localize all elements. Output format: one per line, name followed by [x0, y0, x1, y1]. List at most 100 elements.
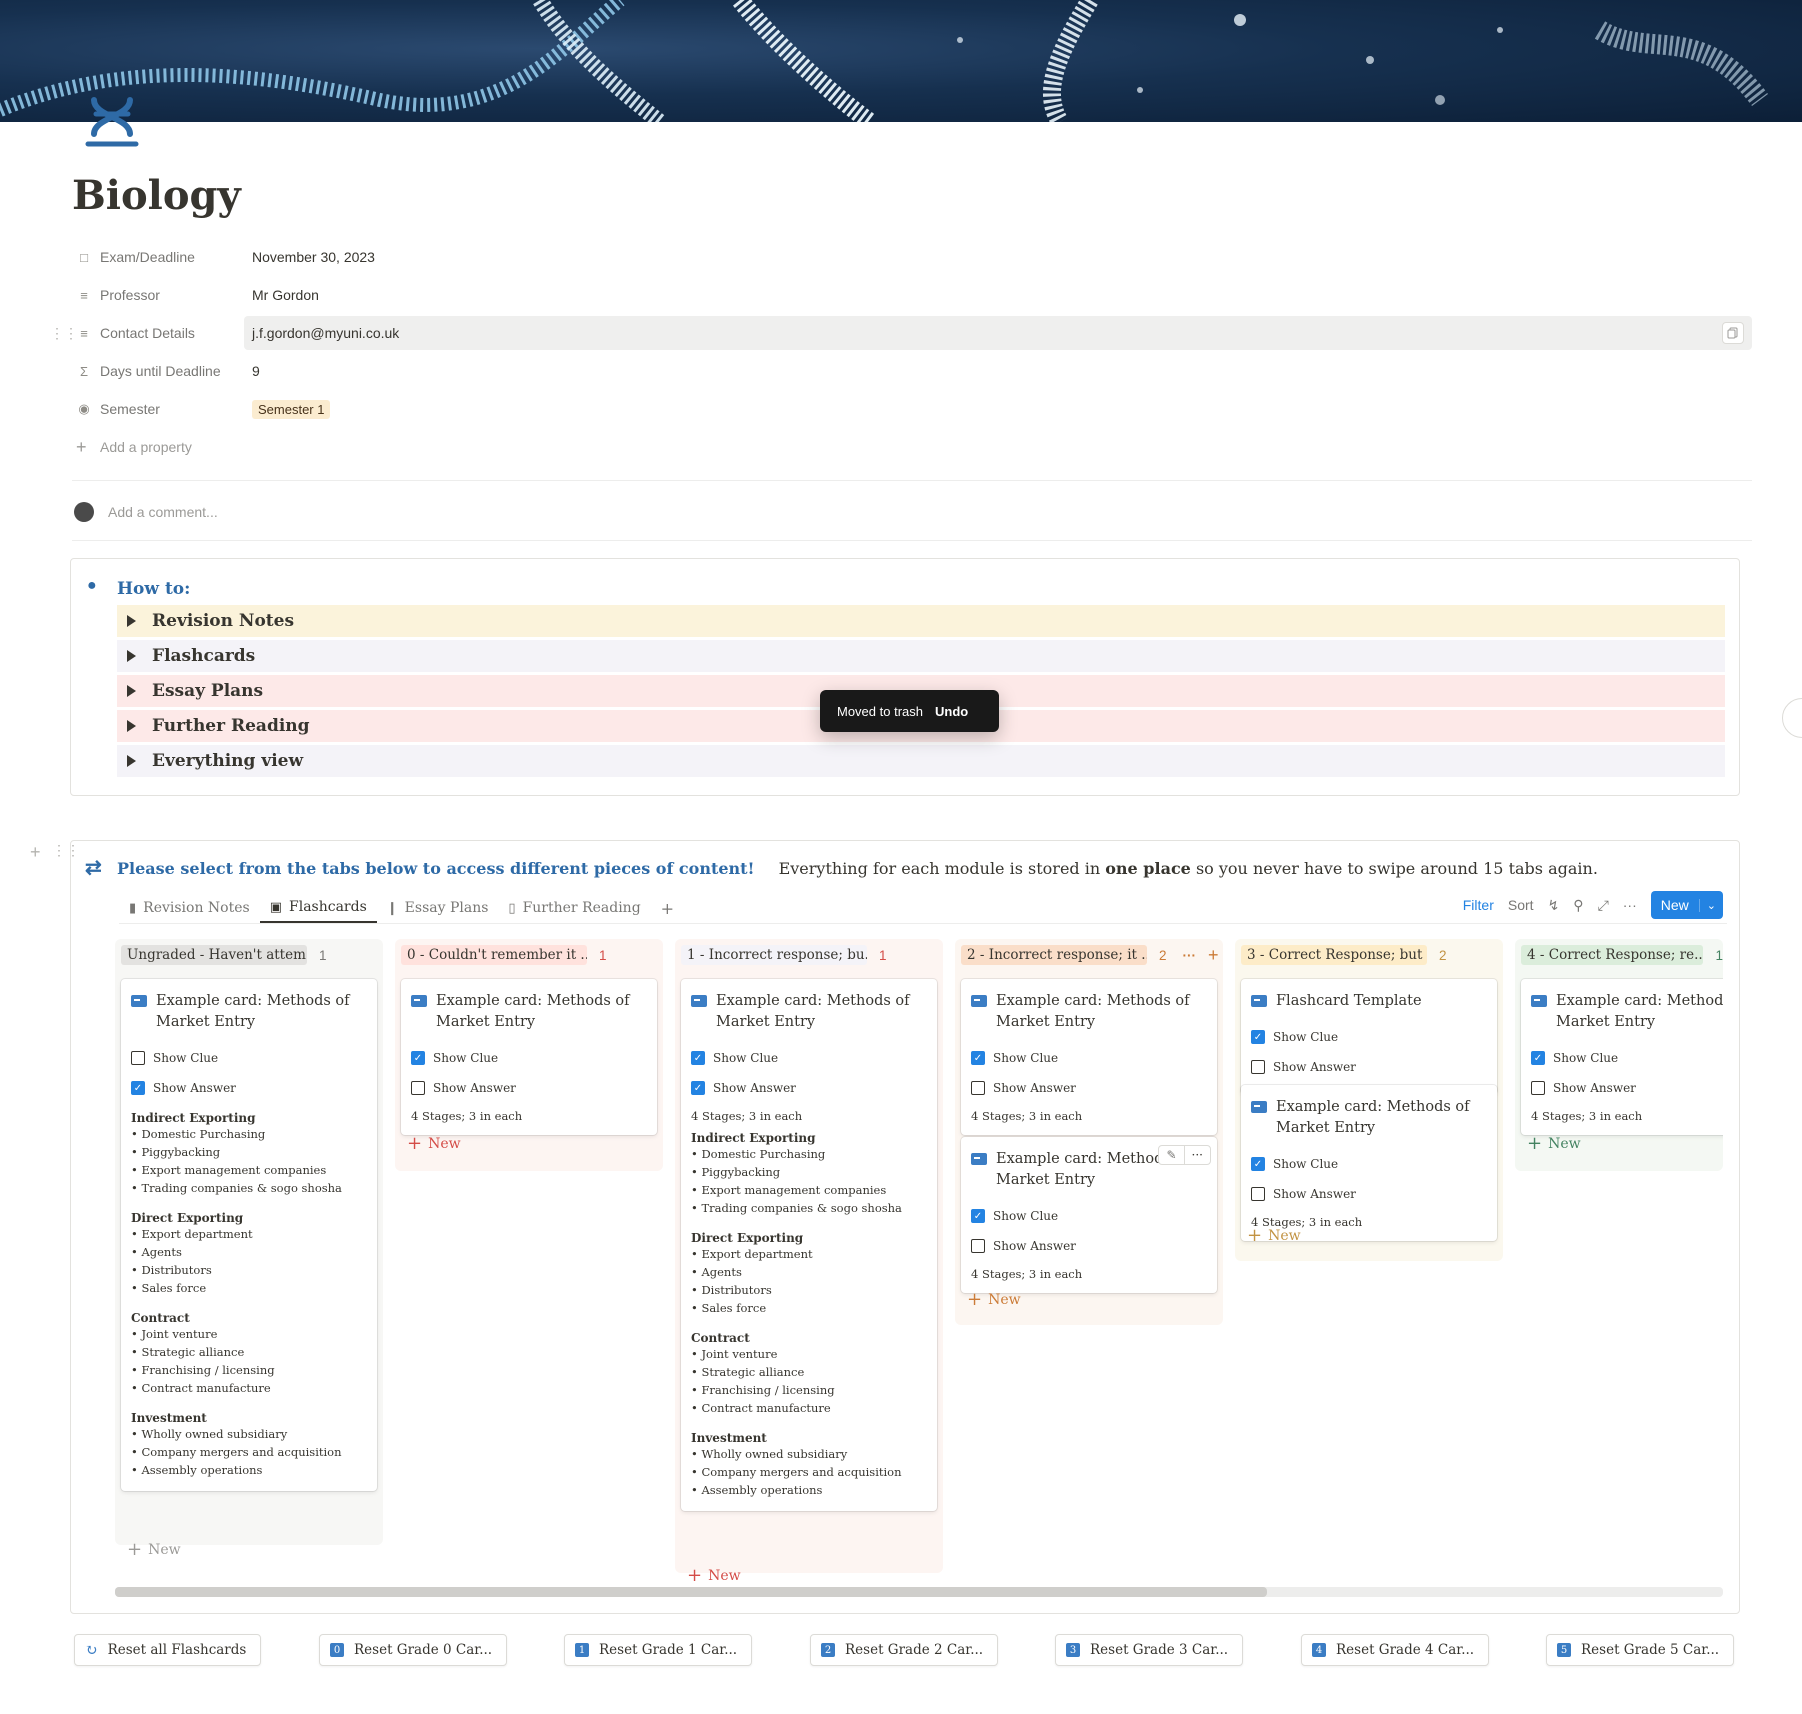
- checkbox-checked-icon[interactable]: ✓: [1251, 1157, 1265, 1171]
- tab-revision-notes[interactable]: ▮ Revision Notes: [119, 893, 260, 923]
- checkbox-checked-icon[interactable]: ✓: [971, 1051, 985, 1065]
- flashcard[interactable]: Example card: Methods of Market Entry ✓ Sh…: [401, 979, 657, 1135]
- flashcard[interactable]: Example card: Methods of Market Entry ✓ Sh…: [681, 979, 937, 1511]
- more-icon[interactable]: ···: [1623, 897, 1637, 913]
- show-clue-checkbox[interactable]: ✓ Show Clue: [691, 1043, 927, 1073]
- property-days-until-deadline[interactable]: Σ Days until Deadline 9: [72, 354, 1752, 388]
- toggle-revision-notes[interactable]: Revision Notes: [117, 605, 1725, 637]
- column-new-button[interactable]: + New: [1247, 1225, 1301, 1246]
- property-exam-deadline[interactable]: □ Exam/Deadline November 30, 2023: [72, 240, 1752, 274]
- semester-tag[interactable]: Semester 1: [252, 399, 331, 419]
- new-button[interactable]: New ⌄: [1650, 891, 1723, 919]
- checkbox-empty-icon[interactable]: [411, 1081, 425, 1095]
- toggle-triangle-icon[interactable]: [127, 615, 136, 627]
- checkbox-checked-icon[interactable]: ✓: [971, 1209, 985, 1223]
- show-clue-checkbox[interactable]: ✓ Show Clue: [1251, 1022, 1487, 1052]
- column-header[interactable]: 1 - Incorrect response; bu... 1: [675, 939, 943, 971]
- checkbox-checked-icon[interactable]: ✓: [691, 1051, 705, 1065]
- column-header[interactable]: 4 - Correct Response; re... 1: [1515, 939, 1723, 971]
- checkbox-checked-icon[interactable]: ✓: [1251, 1030, 1265, 1044]
- property-contact-details[interactable]: ⋮⋮ ≡ Contact Details j.f.gordon@myuni.co.…: [50, 316, 1752, 350]
- toggle-triangle-icon[interactable]: [127, 755, 136, 767]
- property-value[interactable]: November 30, 2023: [244, 240, 1752, 274]
- copy-icon[interactable]: [1722, 322, 1744, 344]
- checkbox-checked-icon[interactable]: ✓: [131, 1081, 145, 1095]
- property-value-wrap[interactable]: j.f.gordon@myuni.co.uk: [244, 316, 1752, 350]
- property-professor[interactable]: ≡ Professor Mr Gordon: [72, 278, 1752, 312]
- flashcard[interactable]: Flashcard Template ✓ Show Clue Show Answer: [1241, 979, 1497, 1094]
- undo-button[interactable]: Undo: [935, 704, 968, 719]
- lightning-icon[interactable]: ↯: [1548, 897, 1560, 914]
- property-value-wrap[interactable]: Semester 1: [244, 392, 1752, 426]
- reset-grade-1-button[interactable]: 1 Reset Grade 1 Car...: [564, 1634, 753, 1666]
- flashcard[interactable]: Example card: Methods of Market Entry ✓ Sh…: [1241, 1085, 1497, 1241]
- flashcard[interactable]: Example card: Methods of Market Entry ✓ Sh…: [961, 979, 1217, 1135]
- property-value[interactable]: j.f.gordon@myuni.co.uk: [252, 325, 399, 341]
- column-header[interactable]: 2 - Incorrect response; it ... 2 ··· +: [955, 939, 1223, 971]
- flashcard[interactable]: Example card: Methods of Market Entry Sho…: [121, 979, 377, 1491]
- dna-icon[interactable]: [84, 94, 140, 150]
- reset-grade-3-button[interactable]: 3 Reset Grade 3 Car...: [1055, 1634, 1244, 1666]
- toggle-triangle-icon[interactable]: [127, 720, 136, 732]
- show-clue-checkbox[interactable]: ✓ Show Clue: [1251, 1149, 1487, 1179]
- checkbox-empty-icon[interactable]: [971, 1239, 985, 1253]
- plus-icon[interactable]: +: [1208, 945, 1219, 966]
- tab-flashcards[interactable]: ▣ Flashcards: [259, 893, 377, 923]
- tab-essay-plans[interactable]: ❙ Essay Plans: [377, 893, 499, 923]
- checkbox-checked-icon[interactable]: ✓: [1531, 1051, 1545, 1065]
- show-answer-checkbox[interactable]: Show Answer: [1251, 1052, 1487, 1082]
- flashcard[interactable]: Example card: Methods of Market Entry ✎ ··…: [961, 1137, 1217, 1293]
- checkbox-empty-icon[interactable]: [1531, 1081, 1545, 1095]
- column-new-button[interactable]: + New: [687, 1565, 741, 1586]
- column-new-button[interactable]: + New: [1527, 1133, 1581, 1154]
- show-clue-checkbox[interactable]: ✓ Show Clue: [1531, 1043, 1723, 1073]
- reset-all-flashcards-button[interactable]: ↻ Reset all Flashcards: [74, 1634, 262, 1666]
- more-icon[interactable]: ···: [1183, 948, 1197, 963]
- checkbox-checked-icon[interactable]: ✓: [691, 1081, 705, 1095]
- expand-icon[interactable]: ⤢: [1598, 897, 1609, 914]
- show-clue-checkbox[interactable]: ✓ Show Clue: [411, 1043, 647, 1073]
- add-property-button[interactable]: + Add a property: [72, 430, 1752, 464]
- show-answer-checkbox[interactable]: Show Answer: [1531, 1073, 1723, 1103]
- column-header[interactable]: Ungraded - Haven't attem... 1: [115, 939, 383, 971]
- flashcard[interactable]: Example card: Methods of Market Entry ✓ Sh…: [1521, 979, 1723, 1135]
- add-block-icon[interactable]: +: [30, 842, 41, 863]
- filter-button[interactable]: Filter: [1463, 897, 1494, 913]
- column-new-button[interactable]: + New: [127, 1539, 181, 1560]
- page-title[interactable]: Biology: [72, 172, 241, 219]
- comment-input[interactable]: Add a comment...: [108, 504, 218, 520]
- checkbox-checked-icon[interactable]: ✓: [411, 1051, 425, 1065]
- more-icon[interactable]: ···: [1185, 1146, 1210, 1164]
- reset-grade-0-button[interactable]: 0 Reset Grade 0 Car...: [319, 1634, 508, 1666]
- show-clue-checkbox[interactable]: ✓ Show Clue: [971, 1201, 1207, 1231]
- column-header[interactable]: 3 - Correct Response; but ... 2: [1235, 939, 1503, 971]
- show-clue-checkbox[interactable]: Show Clue: [131, 1043, 367, 1073]
- property-semester[interactable]: ◉ Semester Semester 1: [72, 392, 1752, 426]
- tab-further-reading[interactable]: ▯ Further Reading: [498, 893, 650, 923]
- show-answer-checkbox[interactable]: Show Answer: [971, 1073, 1207, 1103]
- comment-bar[interactable]: Add a comment...: [74, 502, 218, 522]
- show-answer-checkbox[interactable]: Show Answer: [411, 1073, 647, 1103]
- property-value[interactable]: Mr Gordon: [244, 278, 1752, 312]
- property-value[interactable]: 9: [244, 354, 1752, 388]
- edit-icon[interactable]: ✎: [1159, 1146, 1185, 1164]
- sort-button[interactable]: Sort: [1508, 897, 1534, 913]
- reset-grade-2-button[interactable]: 2 Reset Grade 2 Car...: [810, 1634, 999, 1666]
- search-icon[interactable]: ⚲: [1573, 897, 1583, 914]
- side-help-button[interactable]: [1782, 698, 1802, 738]
- checkbox-empty-icon[interactable]: [131, 1051, 145, 1065]
- show-clue-checkbox[interactable]: ✓ Show Clue: [971, 1043, 1207, 1073]
- column-new-button[interactable]: + New: [407, 1133, 461, 1154]
- checkbox-empty-icon[interactable]: [1251, 1187, 1265, 1201]
- toggle-flashcards[interactable]: Flashcards: [117, 640, 1725, 672]
- toggle-triangle-icon[interactable]: [127, 650, 136, 662]
- reset-grade-4-button[interactable]: 4 Reset Grade 4 Car...: [1301, 1634, 1490, 1666]
- show-answer-checkbox[interactable]: Show Answer: [971, 1231, 1207, 1261]
- drag-handle-icon[interactable]: ⋮⋮: [50, 325, 78, 342]
- checkbox-empty-icon[interactable]: [971, 1081, 985, 1095]
- reset-grade-5-button[interactable]: 5 Reset Grade 5 Car...: [1546, 1634, 1735, 1666]
- show-answer-checkbox[interactable]: ✓ Show Answer: [131, 1073, 367, 1103]
- scrollbar-thumb[interactable]: [115, 1587, 1267, 1597]
- show-answer-checkbox[interactable]: ✓ Show Answer: [691, 1073, 927, 1103]
- chevron-down-icon[interactable]: ⌄: [1698, 898, 1723, 912]
